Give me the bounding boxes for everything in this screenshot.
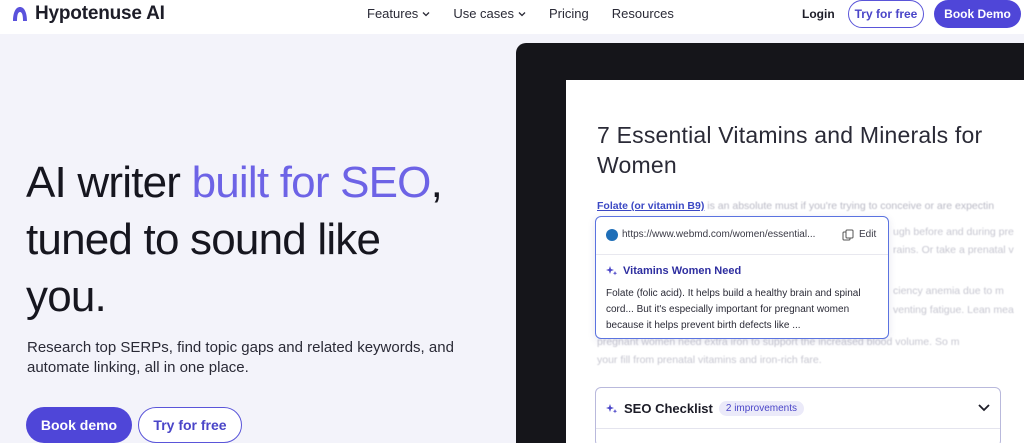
nav-item-resources[interactable]: Resources <box>612 6 674 21</box>
nav-links: Features Use cases Pricing Resources <box>367 6 674 21</box>
seo-checklist-title: SEO Checklist <box>624 401 713 416</box>
logo-mark-icon <box>13 7 27 21</box>
paragraph-text: is an absolute must if you're trying to … <box>704 200 995 212</box>
popup-heading-text: Vitamins Women Need <box>623 265 742 277</box>
paragraph-line: ciency anemia due to m <box>893 285 1004 297</box>
sparkle-icon <box>606 403 618 413</box>
globe-icon <box>606 229 618 241</box>
top-nav: Hypotenuse AI Features Use cases Pricing… <box>0 0 1024 34</box>
hero-title-line2: tuned to sound like <box>26 215 381 264</box>
brand-name: Hypotenuse AI <box>35 3 165 24</box>
nav-item-label: Features <box>367 6 419 21</box>
seo-checklist-panel[interactable]: SEO Checklist 2 improvements <box>595 387 1001 443</box>
brand-logo[interactable]: Hypotenuse AI <box>12 3 165 25</box>
popup-url-row: https://www.webmd.com/women/essential...… <box>596 217 888 255</box>
popup-body: Folate (folic acid). It helps build a he… <box>606 288 861 331</box>
document-paragraph: Folate (or vitamin B9) is an absolute mu… <box>597 197 1024 215</box>
improvements-badge: 2 improvements <box>718 401 805 416</box>
try-free-button[interactable]: Try for free <box>138 407 242 443</box>
source-popup: https://www.webmd.com/women/essential...… <box>595 216 889 339</box>
edit-button[interactable]: Edit <box>859 229 876 240</box>
copy-icon[interactable] <box>842 229 854 241</box>
nav-item-features[interactable]: Features <box>367 6 430 21</box>
chevron-down-icon <box>422 11 430 16</box>
chevron-down-icon[interactable] <box>978 403 990 413</box>
popup-url[interactable]: https://www.webmd.com/women/essential... <box>622 229 815 240</box>
nav-item-use-cases[interactable]: Use cases <box>453 6 526 21</box>
seo-checklist-header: SEO Checklist 2 improvements <box>606 401 805 416</box>
popup-heading: Vitamins Women Need <box>606 265 741 277</box>
try-free-nav-button[interactable]: Try for free <box>848 0 924 28</box>
book-demo-nav-button[interactable]: Book Demo <box>934 0 1021 28</box>
hero-title-part2: , <box>430 158 443 207</box>
divider <box>596 428 1000 429</box>
hero-title-line3: you. <box>26 272 107 321</box>
hero-title-accent: built for SEO <box>191 158 432 207</box>
book-demo-button[interactable]: Book demo <box>26 407 132 443</box>
paragraph-line: your fill from prenatal vitamins and iro… <box>597 354 822 366</box>
nav-item-label: Pricing <box>549 6 589 21</box>
nav-item-label: Resources <box>611 6 674 21</box>
chevron-down-icon <box>518 11 526 16</box>
hero-subtitle: Research top SERPs, find topic gaps and … <box>27 339 454 376</box>
folate-link[interactable]: Folate (or vitamin B9) <box>597 200 704 212</box>
hero-title: AI writer built for SEO, tuned to sound … <box>26 154 506 325</box>
hero-title-part1: AI writer <box>26 158 192 207</box>
paragraph-line: rains. Or take a prenatal v <box>893 244 1014 256</box>
login-link[interactable]: Login <box>802 7 835 21</box>
nav-item-label: Use cases <box>453 6 515 21</box>
document-title: 7 Essential Vitamins and Minerals for Wo… <box>597 122 983 178</box>
nav-item-pricing[interactable]: Pricing <box>549 6 589 21</box>
sparkle-icon <box>606 266 618 276</box>
paragraph-line: venting fatigue. Lean mea <box>893 304 1014 316</box>
paragraph-line: ugh before and during pre <box>893 226 1014 238</box>
